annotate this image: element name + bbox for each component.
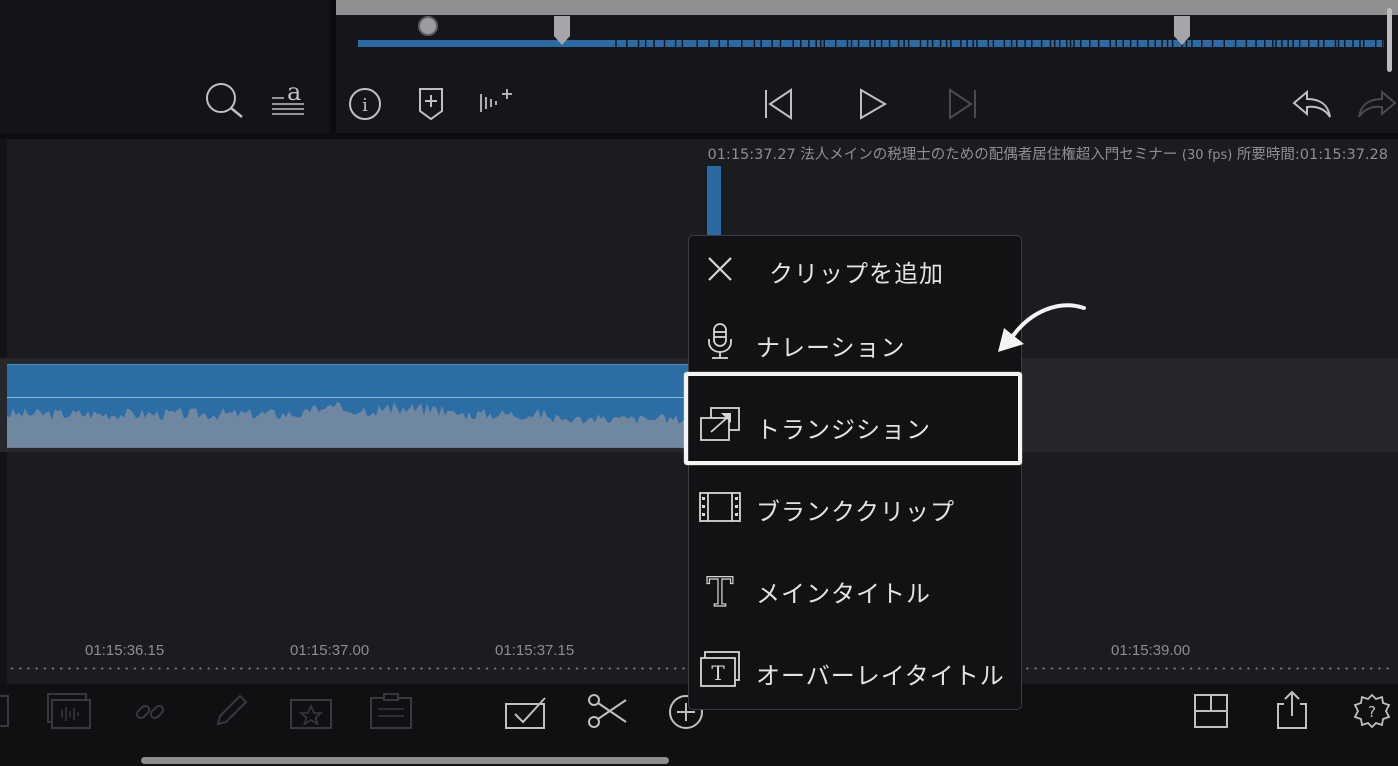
clipboard-icon[interactable] [368, 692, 414, 730]
ruler-label: 01:15:37.15 [495, 642, 575, 659]
timeline-info: 01:15:37.27 法人メインの税理士のための配偶者居住権超入門セミナー (… [707, 143, 1388, 164]
menu-item-main-title[interactable]: T メインタイトル [689, 556, 1021, 620]
viewer-panel: i [336, 0, 1398, 133]
select-icon[interactable] [503, 694, 549, 730]
ruler-label: 01:15:37.00 [290, 642, 370, 659]
link-icon[interactable] [132, 694, 168, 730]
menu-item-narration[interactable]: ナレーション [689, 310, 1021, 374]
in-marker-icon[interactable] [553, 16, 571, 46]
svg-text:T: T [711, 661, 725, 685]
audio-waveform [7, 402, 697, 448]
microphone-icon [697, 320, 743, 366]
frame-rate: (30 fps) [1181, 148, 1233, 163]
search-icon[interactable] [204, 82, 246, 120]
scissors-icon[interactable] [586, 692, 628, 730]
share-icon[interactable] [1274, 690, 1310, 730]
favorite-icon[interactable] [288, 694, 334, 730]
add-marker-icon[interactable] [418, 87, 444, 121]
undo-icon[interactable] [1291, 88, 1333, 120]
horizontal-scrollbar[interactable] [141, 757, 669, 764]
menu-title: クリップを追加 [769, 260, 944, 288]
text-style-icon[interactable]: a [270, 80, 306, 118]
audio-detach-icon[interactable] [46, 692, 92, 730]
info-icon[interactable]: i [348, 87, 382, 121]
menu-item-label: ブランククリップ [756, 498, 956, 526]
svg-text:a: a [287, 80, 301, 106]
pencil-icon[interactable] [212, 694, 248, 730]
scrubber-clip-markers [615, 40, 1384, 47]
audio-clip[interactable] [7, 364, 697, 448]
title-t-icon: T [697, 566, 743, 616]
highlight-box [684, 372, 1022, 465]
svg-text:T: T [707, 570, 734, 612]
project-duration: 所要時間:01:15:37.28 [1236, 147, 1388, 163]
menu-item-label: ナレーション [756, 334, 906, 362]
menu-item-overlay-title[interactable]: T オーバーレイタイトル [689, 638, 1021, 702]
menu-item-label: メインタイトル [756, 580, 931, 608]
playhead[interactable] [707, 166, 721, 244]
scrubber-knob[interactable] [418, 16, 438, 36]
svg-text:i: i [362, 95, 368, 116]
overlay-title-icon: T [697, 648, 743, 694]
settings-icon[interactable]: ? [1352, 692, 1392, 730]
skip-back-icon[interactable] [763, 88, 793, 120]
film-strip-icon [697, 484, 743, 530]
menu-item-label: オーバーレイタイトル [756, 662, 1005, 690]
clip-edge-icon[interactable] [0, 694, 12, 728]
top-left-panel: a [0, 0, 330, 133]
pointer-arrow-icon [998, 303, 1086, 352]
out-marker-icon[interactable] [1173, 16, 1191, 46]
svg-text:?: ? [1368, 703, 1376, 721]
skip-forward-icon[interactable] [948, 88, 978, 120]
play-icon[interactable] [858, 88, 888, 120]
menu-item-blank-clip[interactable]: ブランククリップ [689, 474, 1021, 538]
layout-icon[interactable] [1192, 692, 1232, 730]
timecode-display: 01:15:37.27 [707, 147, 796, 163]
ruler-label: 01:15:39.00 [1111, 642, 1191, 659]
menu-header: クリップを追加 [689, 236, 1021, 300]
scrubber-bar[interactable] [336, 0, 1398, 15]
add-audio-icon[interactable] [478, 86, 516, 120]
project-name: 法人メインの税理士のための配偶者居住権超入門セミナー [800, 147, 1178, 163]
redo-icon[interactable] [1356, 88, 1398, 120]
close-icon[interactable] [697, 246, 743, 292]
vertical-scrollbar[interactable] [1387, 8, 1392, 72]
add-clip-menu: クリップを追加 ナレーション トランジション ブランククリップ T メインタイト… [688, 235, 1022, 710]
ruler-label: 01:15:36.15 [85, 642, 165, 659]
